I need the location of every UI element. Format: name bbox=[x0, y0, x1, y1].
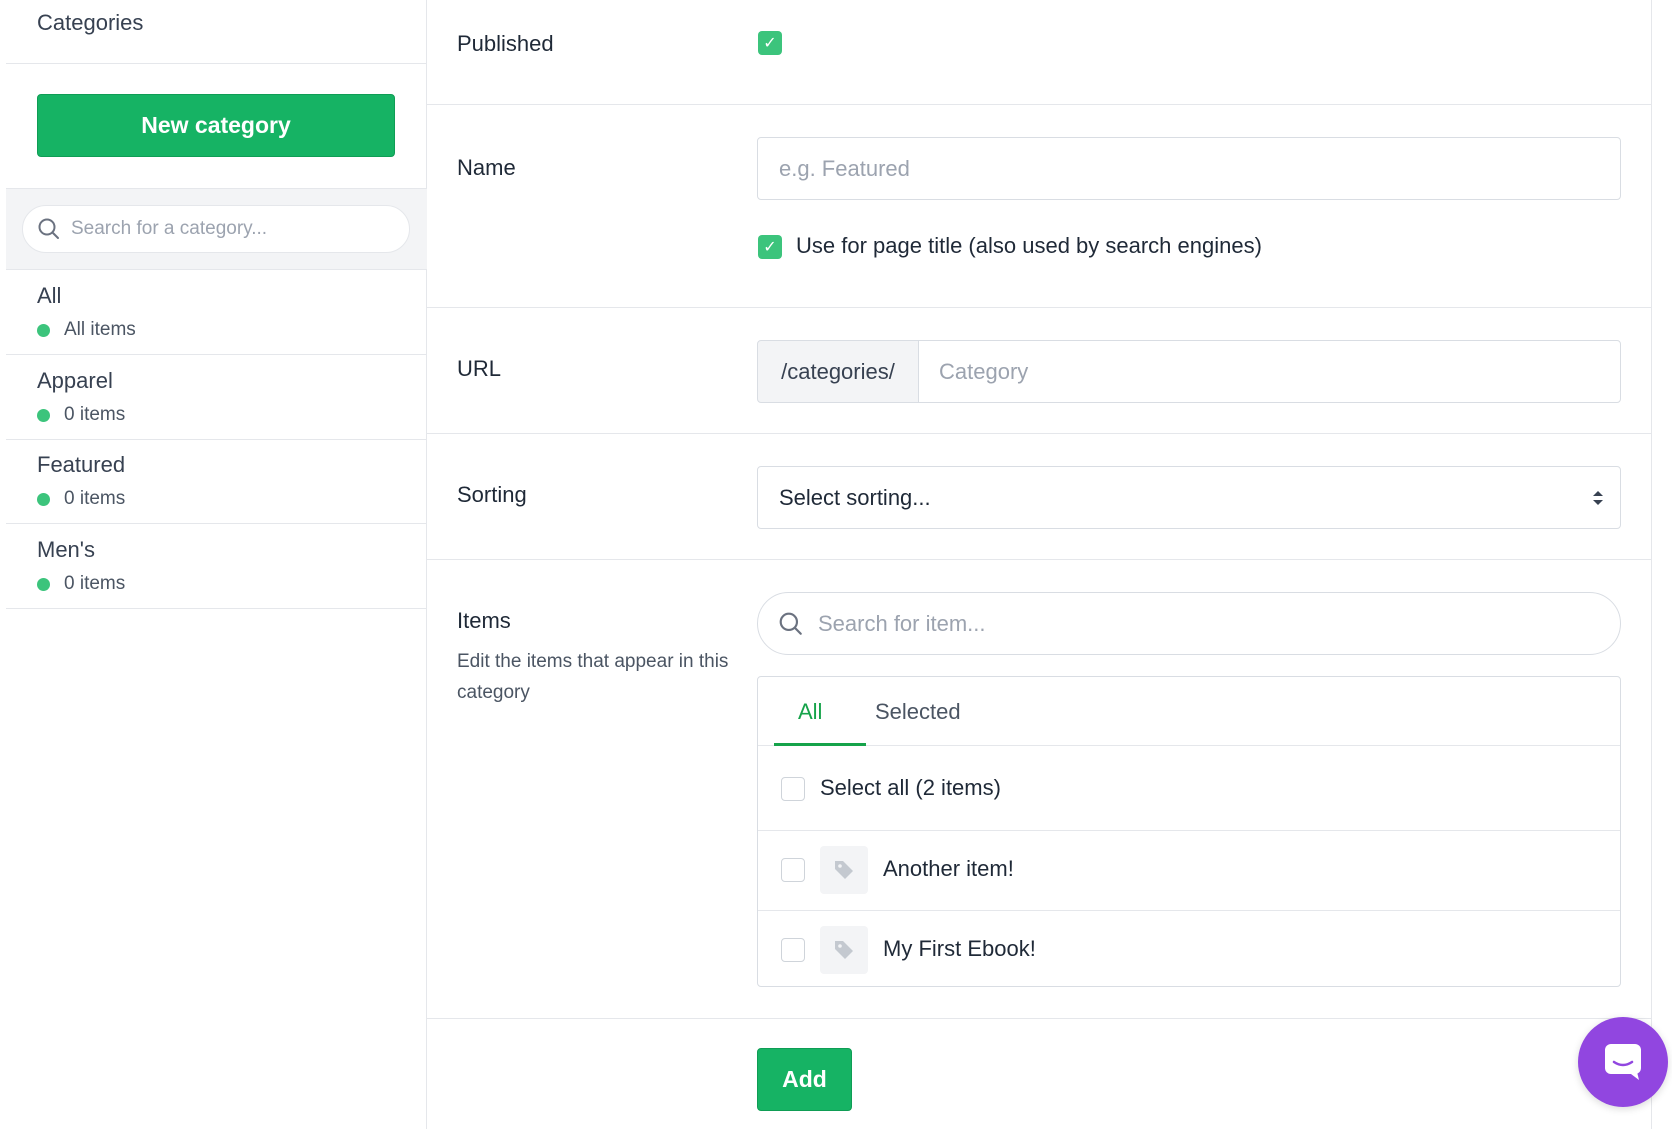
item-checkbox[interactable] bbox=[781, 858, 805, 882]
published-checkbox[interactable]: ✓ bbox=[758, 31, 782, 55]
item-thumbnail bbox=[820, 846, 868, 894]
item-checkbox[interactable] bbox=[781, 938, 805, 962]
category-name: All bbox=[37, 283, 62, 308]
sorting-label: Sorting bbox=[457, 482, 527, 507]
item-name: My First Ebook! bbox=[883, 936, 1036, 961]
item-search-input[interactable]: Search for item... bbox=[757, 592, 1621, 655]
category-form: Published ✓ Name e.g. Featured ✓ Use for… bbox=[427, 0, 1652, 1129]
name-placeholder: e.g. Featured bbox=[779, 155, 910, 181]
url-label: URL bbox=[457, 356, 502, 381]
category-count: All items bbox=[37, 319, 136, 341]
tab-all[interactable]: All bbox=[798, 699, 822, 725]
select-all-checkbox[interactable] bbox=[781, 777, 805, 801]
search-icon bbox=[779, 612, 802, 635]
name-label: Name bbox=[457, 155, 516, 180]
sorting-select[interactable]: Select sorting... bbox=[757, 466, 1621, 529]
category-item-apparel[interactable]: Apparel 0 items bbox=[6, 356, 427, 440]
category-name: Featured bbox=[37, 452, 126, 477]
tab-selected[interactable]: Selected bbox=[875, 699, 961, 725]
divider bbox=[427, 104, 1652, 105]
divider bbox=[758, 830, 1620, 831]
category-name: Men's bbox=[37, 537, 95, 562]
categories-sidebar: Categories New category Search for a cat… bbox=[6, 0, 427, 1129]
status-dot bbox=[37, 492, 50, 506]
chat-icon bbox=[1605, 1044, 1641, 1080]
item-name: Another item! bbox=[883, 856, 1014, 881]
divider bbox=[6, 63, 427, 64]
divider bbox=[427, 559, 1652, 560]
item-thumbnail bbox=[820, 926, 868, 974]
sorting-value: Select sorting... bbox=[779, 484, 931, 510]
category-count: 0 items bbox=[37, 488, 125, 510]
category-search-placeholder: Search for a category... bbox=[71, 218, 268, 239]
tag-icon bbox=[835, 941, 853, 959]
divider bbox=[427, 1018, 1652, 1019]
published-label: Published bbox=[457, 31, 554, 56]
item-search-placeholder: Search for item... bbox=[818, 610, 986, 636]
url-placeholder: Category bbox=[939, 358, 1029, 384]
items-label: Items bbox=[457, 608, 511, 633]
divider bbox=[758, 745, 1620, 746]
status-dot bbox=[37, 408, 50, 422]
category-count: 0 items bbox=[37, 404, 125, 426]
active-tab-indicator bbox=[774, 743, 866, 746]
items-list-box: All Selected Select all (2 items) Anothe… bbox=[757, 676, 1621, 987]
divider bbox=[758, 910, 1620, 911]
category-search-area: Search for a category... bbox=[6, 188, 427, 270]
search-icon bbox=[38, 218, 59, 239]
status-dot bbox=[37, 577, 50, 591]
divider bbox=[427, 307, 1652, 308]
chat-launcher-button[interactable] bbox=[1578, 1017, 1668, 1107]
status-dot bbox=[37, 323, 50, 337]
select-all-label: Select all (2 items) bbox=[820, 775, 1001, 800]
category-search-input[interactable]: Search for a category... bbox=[22, 205, 410, 253]
select-arrows-icon bbox=[1593, 491, 1603, 505]
category-item-mens[interactable]: Men's 0 items bbox=[6, 525, 427, 609]
page-title-checkbox[interactable]: ✓ bbox=[758, 235, 782, 259]
category-count: 0 items bbox=[37, 573, 125, 595]
add-button[interactable]: Add bbox=[757, 1048, 852, 1111]
category-name: Apparel bbox=[37, 368, 113, 393]
sidebar-title: Categories bbox=[37, 10, 144, 35]
category-item-featured[interactable]: Featured 0 items bbox=[6, 440, 427, 524]
divider bbox=[427, 433, 1652, 434]
items-description: Edit the items that appear in this categ… bbox=[457, 651, 729, 703]
tag-icon bbox=[835, 861, 853, 879]
url-slug-input[interactable]: Category bbox=[918, 340, 1621, 403]
new-category-button[interactable]: New category bbox=[37, 94, 395, 157]
name-input[interactable]: e.g. Featured bbox=[757, 137, 1621, 200]
page-title-checkbox-label: Use for page title (also used by search … bbox=[796, 233, 1262, 258]
url-prefix: /categories/ bbox=[757, 340, 919, 403]
category-item-all[interactable]: All All items bbox=[6, 271, 427, 355]
